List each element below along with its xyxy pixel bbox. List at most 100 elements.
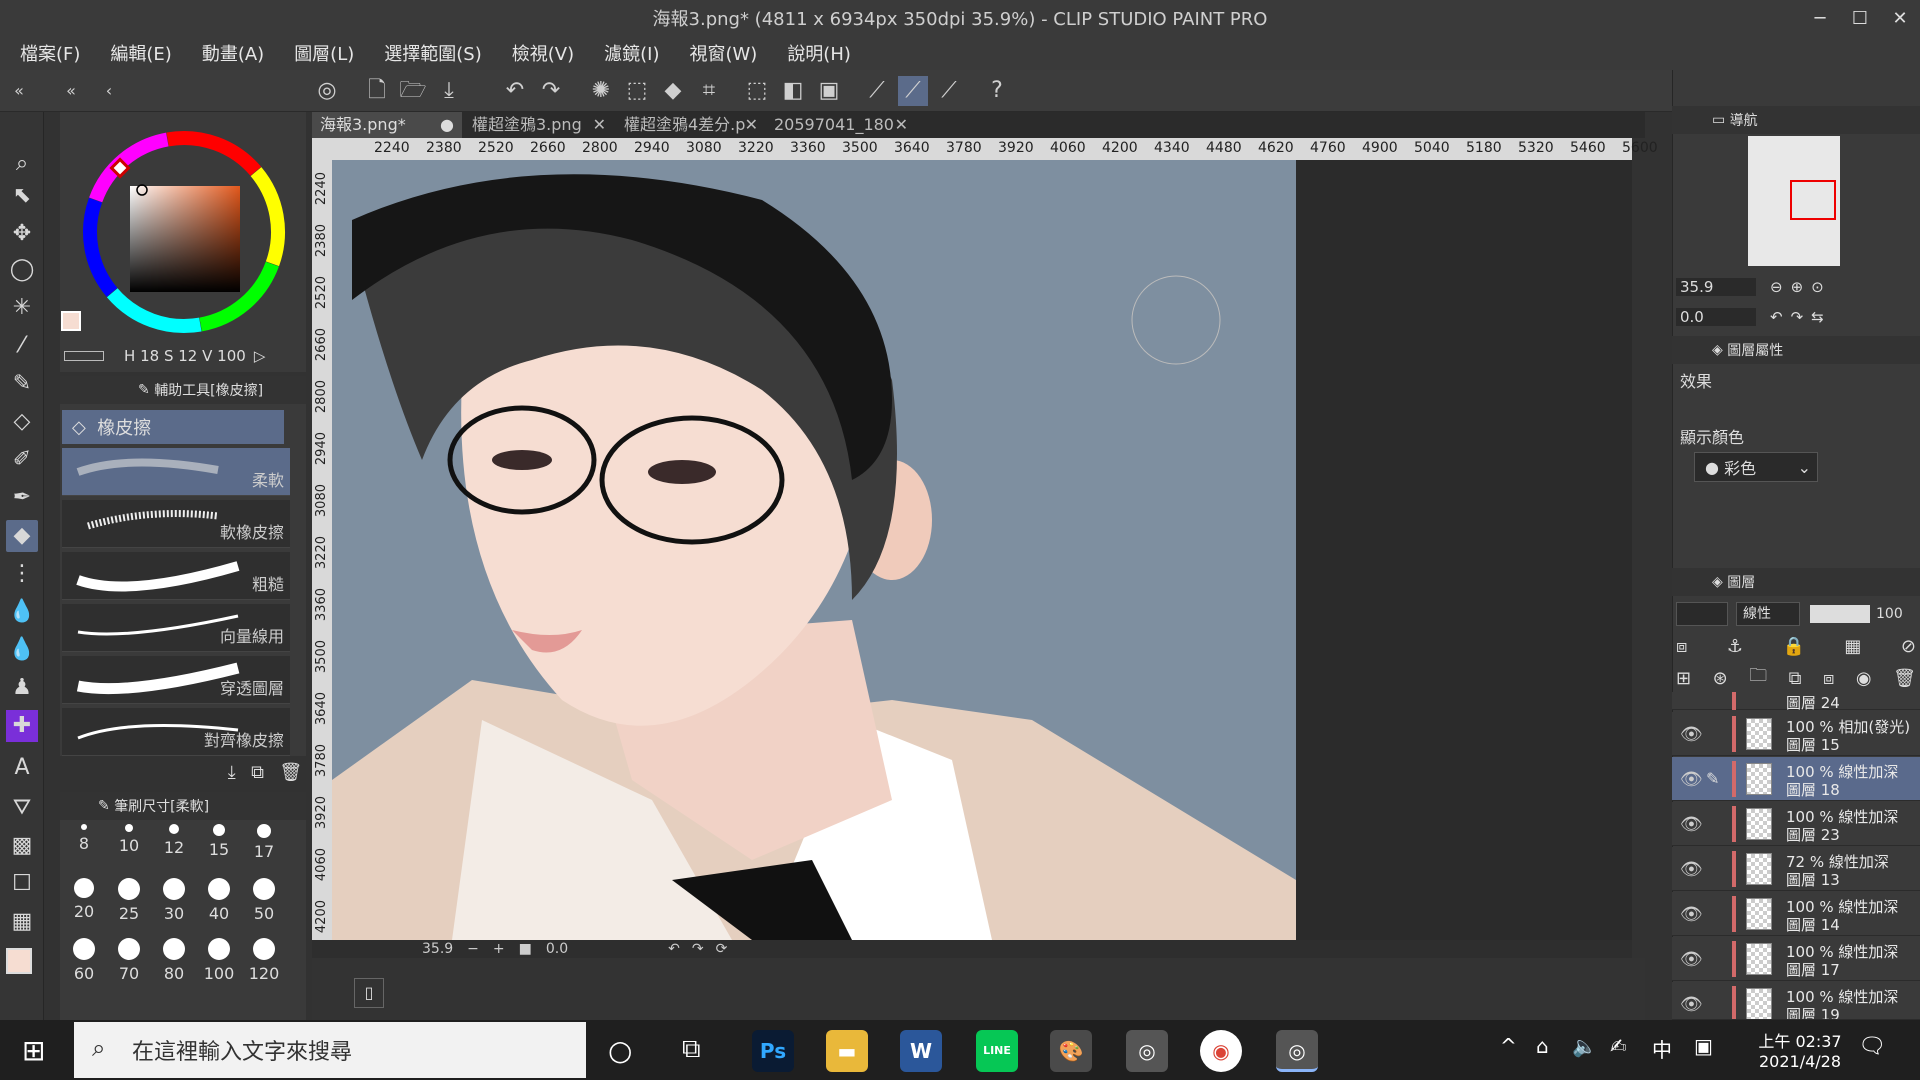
tab-doodle3[interactable]: 權超塗鴉3.png ✕ [464,112,614,138]
navigator-viewport[interactable] [1790,180,1836,220]
clip-icon[interactable]: ⧈ [1676,636,1687,657]
flip-icon[interactable]: ⇆ [1811,308,1824,326]
frame-tool-icon[interactable]: ☐ [6,868,38,900]
help-icon[interactable]: ? [982,76,1012,106]
layer-row-selected[interactable]: 👁 ✎ 100 % 線性加深 圖層 18 [1672,757,1920,801]
display-color-select[interactable]: ● 彩色 ⌄ [1694,452,1818,482]
snap-special-ruler-icon[interactable]: ⟋ [898,76,928,106]
rotate-right-icon[interactable]: ↷ [1791,308,1804,326]
network-icon[interactable]: ⌂ [1536,1034,1549,1058]
layer-row[interactable]: 👁 100 % 線性加深 圖層 14 [1672,892,1920,936]
magic-wand-icon[interactable]: ✳ [6,292,38,324]
navigator-preview[interactable] [1748,136,1840,266]
stamp-tool-icon[interactable]: ♟ [6,672,38,704]
eraser-tool-icon[interactable]: ◇ [6,406,38,438]
menu-window[interactable]: 視窗(W) [689,40,757,66]
move-tool-icon[interactable]: ✥ [6,218,38,250]
new-vector-icon[interactable]: ⊛ [1713,668,1728,689]
subtool-item-through-layer[interactable]: 穿透圖層 [62,656,290,704]
zoom-value[interactable]: 35.9 [422,941,453,957]
show-selection-icon[interactable]: ▣ [814,76,844,106]
snap-ruler-icon[interactable]: ⟋ [862,76,892,106]
zoom-in-icon[interactable]: ⊕ [1791,278,1804,296]
layer-row[interactable]: 👁 100 % 線性加深 圖層 23 [1672,802,1920,846]
clip-studio-launcher-icon[interactable]: ◎ [1126,1030,1168,1072]
rotate-value[interactable]: 0.0 [546,941,568,957]
fill-icon[interactable]: ◆ [658,76,688,106]
open-folder-icon[interactable]: 🗁 [398,76,428,106]
tab-image[interactable]: 20597041_180 ✕ [766,112,916,138]
delete-layer-icon[interactable]: 🗑 [1893,668,1916,689]
brush-size-120[interactable]: 120 [244,938,284,983]
collapse-panel-icon[interactable]: « [56,76,86,106]
subtool-group-tab[interactable]: ◇ 橡皮擦 [62,410,284,444]
menu-layer[interactable]: 圖層(L) [294,40,354,66]
new-folder-icon[interactable]: 🗀 [1749,663,1767,693]
fit-window-icon[interactable]: ⊙ [1811,278,1824,296]
tab-doodle4[interactable]: 權超塗鴉4差分.p ✕ [616,112,764,138]
subtool-item-snap[interactable]: 對齊橡皮擦 [62,708,290,756]
eye-icon[interactable]: 👁 [1680,814,1703,835]
brush-size-12[interactable]: 12 [154,824,194,857]
brush-size-100[interactable]: 100 [199,938,239,983]
brush-size-20[interactable]: 20 [64,878,104,921]
rotate-right-icon[interactable]: ↷ [692,941,704,957]
brush-size-40[interactable]: 40 [199,878,239,923]
rotate-left-icon[interactable]: ↶ [668,941,680,957]
maximize-button[interactable]: ☐ [1840,8,1880,29]
brush-size-80[interactable]: 80 [154,938,194,983]
close-tab-icon[interactable]: ✕ [745,112,758,138]
layer-row[interactable]: 👁 72 % 線性加深 圖層 13 [1672,847,1920,891]
transparent-swatch[interactable] [64,351,104,361]
transform-icon[interactable]: ⌗ [694,76,724,106]
menu-animation[interactable]: 動畫(A) [202,40,264,66]
ime-indicator[interactable]: 中 [1652,1034,1672,1063]
artwork[interactable] [332,160,1632,940]
color-wheel[interactable] [60,112,306,352]
layer-type-select[interactable] [1676,602,1728,626]
merge-icon[interactable]: ⧈ [1823,668,1834,689]
pen-tool-icon[interactable]: ✎ [6,368,38,400]
layer-property-label[interactable]: 圖層屬性 [1727,340,1783,360]
zoom-in-icon[interactable]: + [493,941,505,957]
clip-studio-paint-icon[interactable]: ◎ [1276,1030,1318,1072]
brush-size-10[interactable]: 10 [109,824,149,855]
menu-selection[interactable]: 選擇範圍(S) [384,40,481,66]
layers-label[interactable]: 圖層 [1727,572,1755,592]
figure-tool-icon[interactable]: ✚ [6,710,38,742]
save-icon[interactable]: ⤓ [434,76,464,106]
opacity-value[interactable]: 100 [1876,606,1903,622]
ime-mode-icon[interactable]: ▣ [1694,1034,1713,1058]
clear-icon[interactable]: ✺ [586,76,616,106]
brush-size-8[interactable]: 8 [64,824,104,853]
minimize-button[interactable]: ─ [1800,8,1840,29]
taskbar-search[interactable]: ⌕ 在這裡輸入文字來搜尋 [74,1022,586,1078]
navigator-label[interactable]: 導航 [1730,110,1758,130]
undo-icon[interactable]: ↶ [500,76,530,106]
collapse-left-icon[interactable]: « [4,76,34,106]
blend-tool-icon[interactable]: 💧 [6,596,38,628]
unsaved-dot-icon[interactable]: ● [440,112,454,138]
lock-alpha-icon[interactable]: ▦ [1844,636,1861,657]
volume-icon[interactable]: 🔈 [1572,1034,1597,1058]
word-icon[interactable]: W [900,1030,942,1072]
operation-tool-icon[interactable]: ⬉ [6,180,38,212]
file-explorer-icon[interactable]: ▬ [826,1030,868,1072]
tab-poster3[interactable]: 海報3.png* ● [312,112,462,138]
eraser-active-icon[interactable]: ◆ [6,520,38,552]
tray-chevron-icon[interactable]: ^ [1500,1034,1517,1058]
subtool-item-soft[interactable]: 柔軟 [62,448,290,496]
brush-size-60[interactable]: 60 [64,938,104,983]
menu-edit[interactable]: 編輯(E) [110,40,171,66]
reset-rotate-icon[interactable]: ⟳ [716,941,728,957]
navigator-angle-value[interactable]: 0.0 [1676,308,1756,326]
layer-row[interactable]: 👁 100 % 線性加深 圖層 19 [1672,982,1920,1020]
fit-icon[interactable]: ■ [519,941,532,957]
ruler-tool-icon[interactable]: ▦ [6,906,38,938]
gradient-tool-icon[interactable]: ▩ [6,830,38,862]
airbrush-icon[interactable]: ⋮ [6,558,38,590]
subtool-item-rough[interactable]: 粗糙 [62,552,290,600]
copy-layer-icon[interactable]: ⧉ [1789,668,1802,689]
chrome-icon[interactable]: ◉ [1200,1030,1242,1072]
zoom-tool-icon[interactable]: ⌕ [6,148,38,180]
